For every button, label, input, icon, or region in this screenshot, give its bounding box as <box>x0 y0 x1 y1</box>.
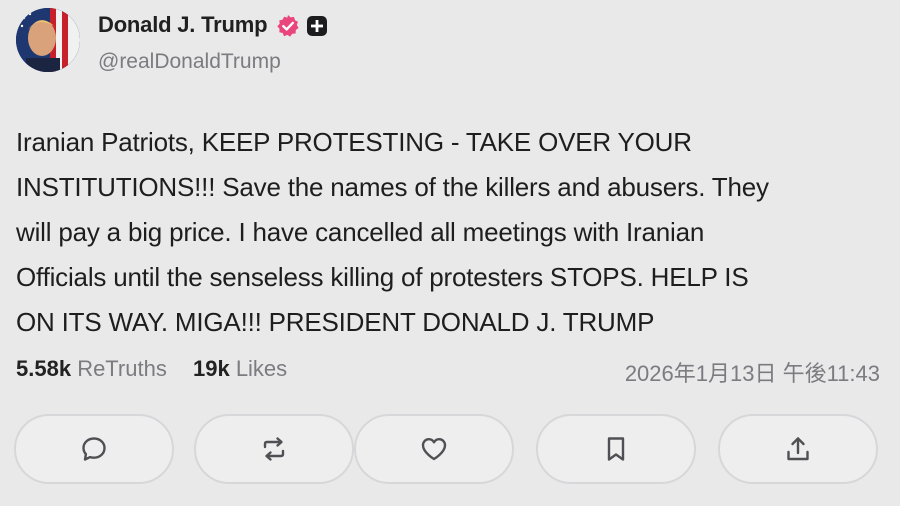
comment-bubble-icon <box>82 437 106 461</box>
action-bar <box>14 414 886 486</box>
verified-badge-icon <box>276 14 300 38</box>
post-text: Iranian Patriots, KEEP PROTESTING - TAKE… <box>16 127 769 337</box>
retruths-label: ReTruths <box>77 356 167 381</box>
avatar[interactable] <box>16 8 80 72</box>
likes-label: Likes <box>235 356 288 381</box>
bookmark-icon <box>607 437 625 461</box>
retruths-stat[interactable]: 5.58k ReTruths <box>16 356 173 381</box>
display-name[interactable]: Donald J. Trump <box>98 12 268 38</box>
plus-badge-icon <box>306 15 328 37</box>
reply-button[interactable] <box>14 414 174 484</box>
truth-post: Donald J. Trump @realDonaldTrump Iranian… <box>0 0 900 506</box>
bookmark-button[interactable] <box>536 414 696 484</box>
like-button[interactable] <box>354 414 514 484</box>
repost-arrows-icon <box>263 437 285 461</box>
likes-stat[interactable]: 19k Likes <box>193 356 287 381</box>
retruth-button[interactable] <box>194 414 354 484</box>
heart-icon <box>421 438 447 461</box>
username-handle[interactable]: @realDonaldTrump <box>98 50 281 74</box>
retruths-count: 5.58k <box>16 356 72 381</box>
share-upload-icon <box>787 437 809 461</box>
likes-count: 19k <box>192 356 230 381</box>
post-stats: 5.58k ReTruths 19k Likes <box>16 356 307 382</box>
share-button[interactable] <box>718 414 878 484</box>
post-timestamp: 2026年1月13日 午後11:43 <box>624 361 880 386</box>
